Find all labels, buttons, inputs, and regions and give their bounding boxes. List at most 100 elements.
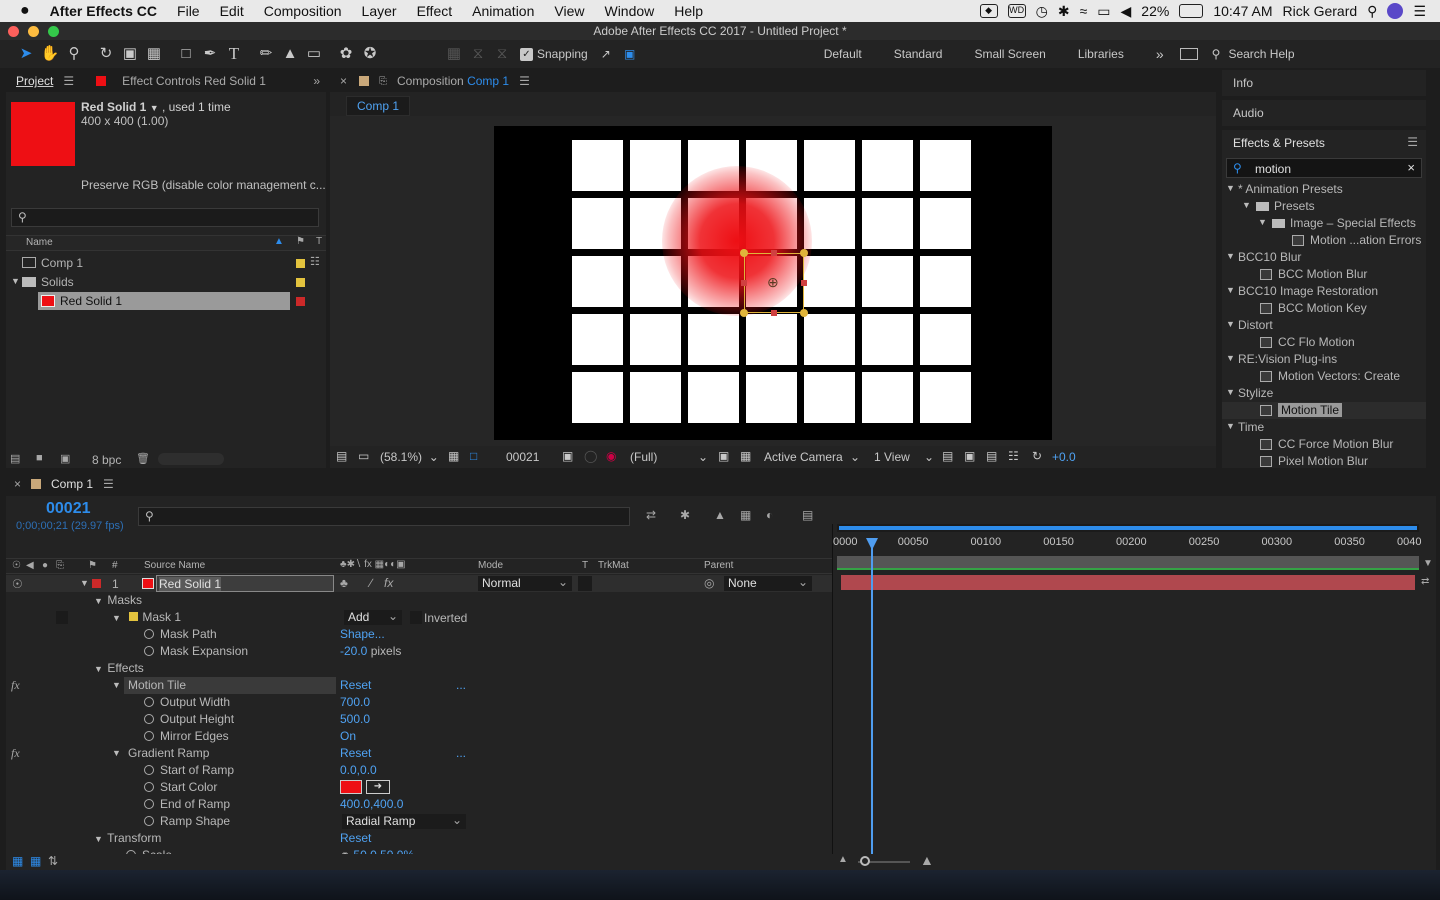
stopwatch-icon[interactable] — [144, 697, 154, 707]
time-machine-icon[interactable]: ◷ — [1036, 3, 1048, 20]
search-help-input[interactable]: Search Help — [1220, 47, 1294, 61]
eraser-tool-icon[interactable]: ▭ — [302, 43, 326, 65]
layer-expand-icon[interactable]: ▼ — [80, 578, 90, 588]
mask-expansion-value[interactable]: -20.0 — [340, 644, 367, 658]
expand-icon[interactable]: ▼ — [1242, 200, 1251, 210]
mask-mode-dropdown[interactable]: Add ⌄ — [344, 609, 402, 625]
apple-icon[interactable]: ● — [0, 2, 40, 20]
preset-tree-item[interactable]: Motion Vectors: Create — [1222, 368, 1426, 385]
transform-reset[interactable]: Reset — [340, 831, 371, 845]
layer-duration-bar[interactable] — [841, 575, 1415, 590]
output-width-value[interactable]: 700.0 — [340, 695, 370, 709]
bit-depth[interactable]: 8 bpc — [92, 453, 121, 467]
preset-tree-item[interactable]: ▼ Distort — [1222, 317, 1426, 334]
channel-icon[interactable]: ◉ — [606, 449, 616, 463]
gradient-ramp-row[interactable]: fx ▼ Gradient Ramp Reset ... — [6, 745, 832, 762]
col-trkmat[interactable]: TrkMat — [598, 560, 629, 571]
close-tab-icon[interactable]: × — [6, 477, 27, 491]
preset-tree-item[interactable]: BCC Motion Blur — [1222, 266, 1426, 283]
expand-icon[interactable]: ▼ — [1226, 251, 1235, 261]
list-item-selected[interactable]: Red Solid 1 — [6, 292, 326, 310]
workspace-libraries[interactable]: Libraries — [1062, 47, 1140, 61]
expand-icon[interactable]: ▼ — [1226, 353, 1235, 363]
preset-tree-item[interactable]: ▼ BCC10 Image Restoration — [1222, 283, 1426, 300]
col-mode[interactable]: Mode — [478, 560, 503, 571]
stopwatch-icon[interactable] — [144, 765, 154, 775]
project-scrollbar[interactable] — [158, 453, 224, 465]
lock-icon[interactable]: ⎘ — [379, 76, 387, 87]
preset-tree-item[interactable]: BCC Motion Key — [1222, 300, 1426, 317]
audio-panel-header[interactable]: Audio — [1222, 100, 1426, 126]
draft-3d-icon[interactable]: ✱ — [680, 508, 690, 522]
audio-col-icon[interactable]: ◀ — [26, 560, 34, 571]
in-out-toggle-icon[interactable]: ⇅ — [48, 854, 58, 868]
mask1-group[interactable]: ▼ Mask 1 — [112, 610, 181, 624]
preset-tree-item[interactable]: ▼ RE:Vision Plug-ins — [1222, 351, 1426, 368]
pickwhip-icon[interactable]: ◎ — [704, 576, 714, 590]
timeline-icon[interactable]: ▤ — [986, 449, 997, 463]
col-num[interactable]: # — [112, 560, 118, 571]
handle[interactable] — [800, 309, 808, 317]
anchor-point-icon[interactable]: ⊕ — [767, 274, 779, 291]
hand-tool-icon[interactable]: ✋ — [38, 43, 62, 65]
motion-tile-about[interactable]: ... — [456, 678, 466, 692]
current-time-indicator[interactable] — [871, 538, 873, 868]
spotlight-icon[interactable]: ⚲ — [1367, 3, 1377, 20]
battery-percent[interactable]: 22% — [1141, 3, 1169, 19]
expand-icon[interactable]: ▼ — [1226, 387, 1235, 397]
menu-clock[interactable]: 10:47 AM — [1213, 3, 1272, 19]
motion-blur-icon[interactable]: ◐ — [766, 508, 773, 522]
expand-icon[interactable]: ▼ — [94, 596, 104, 606]
world-axis-icon[interactable]: ⧖ — [466, 43, 490, 65]
siri-icon[interactable] — [1387, 3, 1404, 19]
rotate-tool-icon[interactable]: ↻ — [94, 43, 118, 65]
work-area-bar[interactable] — [837, 524, 1419, 532]
handle[interactable] — [740, 249, 748, 257]
folder-expand-icon[interactable]: ▼ — [11, 276, 21, 286]
timeline-menu-icon[interactable]: ☰ — [103, 477, 114, 491]
handle[interactable] — [771, 250, 777, 256]
expand-icon[interactable]: ▼ — [1226, 421, 1235, 431]
expand-icon[interactable]: ▼ — [112, 613, 122, 623]
view-axis-icon[interactable]: ⧖ — [490, 43, 514, 65]
preset-tree-item[interactable]: ▼ BCC10 Blur — [1222, 249, 1426, 266]
menu-animation[interactable]: Animation — [462, 3, 544, 19]
time-ruler[interactable]: 0000 00050 00100 00150 00200 00250 00300 00350 0… — [833, 534, 1421, 554]
fx-toggle-icon[interactable]: fx — [11, 746, 20, 761]
visibility-col-icon[interactable]: ☉ — [12, 560, 21, 571]
info-panel-header[interactable]: Info — [1222, 70, 1426, 96]
motion-tile-row[interactable]: fx ▼ Motion Tile Reset ... — [6, 677, 832, 694]
type-column-icon[interactable]: T — [316, 236, 322, 247]
blend-mode-dropdown[interactable]: Normal ⌄ — [478, 575, 572, 591]
roi-icon[interactable]: ▣ — [718, 449, 729, 463]
always-preview-icon[interactable]: ▤ — [336, 449, 347, 463]
gradient-ramp-about[interactable]: ... — [456, 746, 466, 760]
comp-viewer[interactable]: ⊕ — [330, 116, 1216, 446]
preset-tree-item[interactable]: Motion Tile — [1222, 402, 1426, 419]
preset-tree-item[interactable]: CC Flo Motion — [1222, 334, 1426, 351]
current-time-field[interactable]: 00021 — [506, 450, 539, 464]
menu-composition[interactable]: Composition — [254, 3, 352, 19]
stopwatch-icon[interactable] — [144, 799, 154, 809]
mask-color-swatch[interactable] — [129, 612, 139, 621]
effects-presets-label[interactable]: Effects & Presets — [1233, 136, 1325, 150]
sort-up-icon[interactable]: ▲ — [274, 236, 284, 247]
expand-icon[interactable]: ▼ — [112, 680, 122, 690]
menu-edit[interactable]: Edit — [210, 3, 254, 19]
preset-tree-item[interactable]: CC Force Motion Blur — [1222, 436, 1426, 453]
stopwatch-icon[interactable] — [144, 714, 154, 724]
list-item[interactable]: Comp 1 ☷ — [6, 254, 326, 272]
roto-brush-tool-icon[interactable]: ✿ — [334, 43, 358, 65]
project-menu-icon[interactable]: ☰ — [63, 74, 96, 88]
mask-lock-field[interactable] — [56, 611, 68, 624]
output-height-value[interactable]: 500.0 — [340, 712, 370, 726]
stopwatch-icon[interactable] — [144, 782, 154, 792]
airplay-icon[interactable]: ▭ — [1097, 3, 1110, 20]
pen-tool-icon[interactable]: ✒ — [198, 43, 222, 65]
inverted-checkbox[interactable] — [410, 611, 422, 624]
expand-icon[interactable]: ▼ — [1226, 183, 1235, 193]
handle[interactable] — [741, 280, 747, 286]
transfer-controls-toggle-icon[interactable]: ▦ — [30, 854, 41, 868]
effects-search-input[interactable]: ⚲ motion × — [1226, 158, 1422, 178]
resolution-dropdown[interactable]: (Full) ⌄ — [630, 450, 708, 464]
